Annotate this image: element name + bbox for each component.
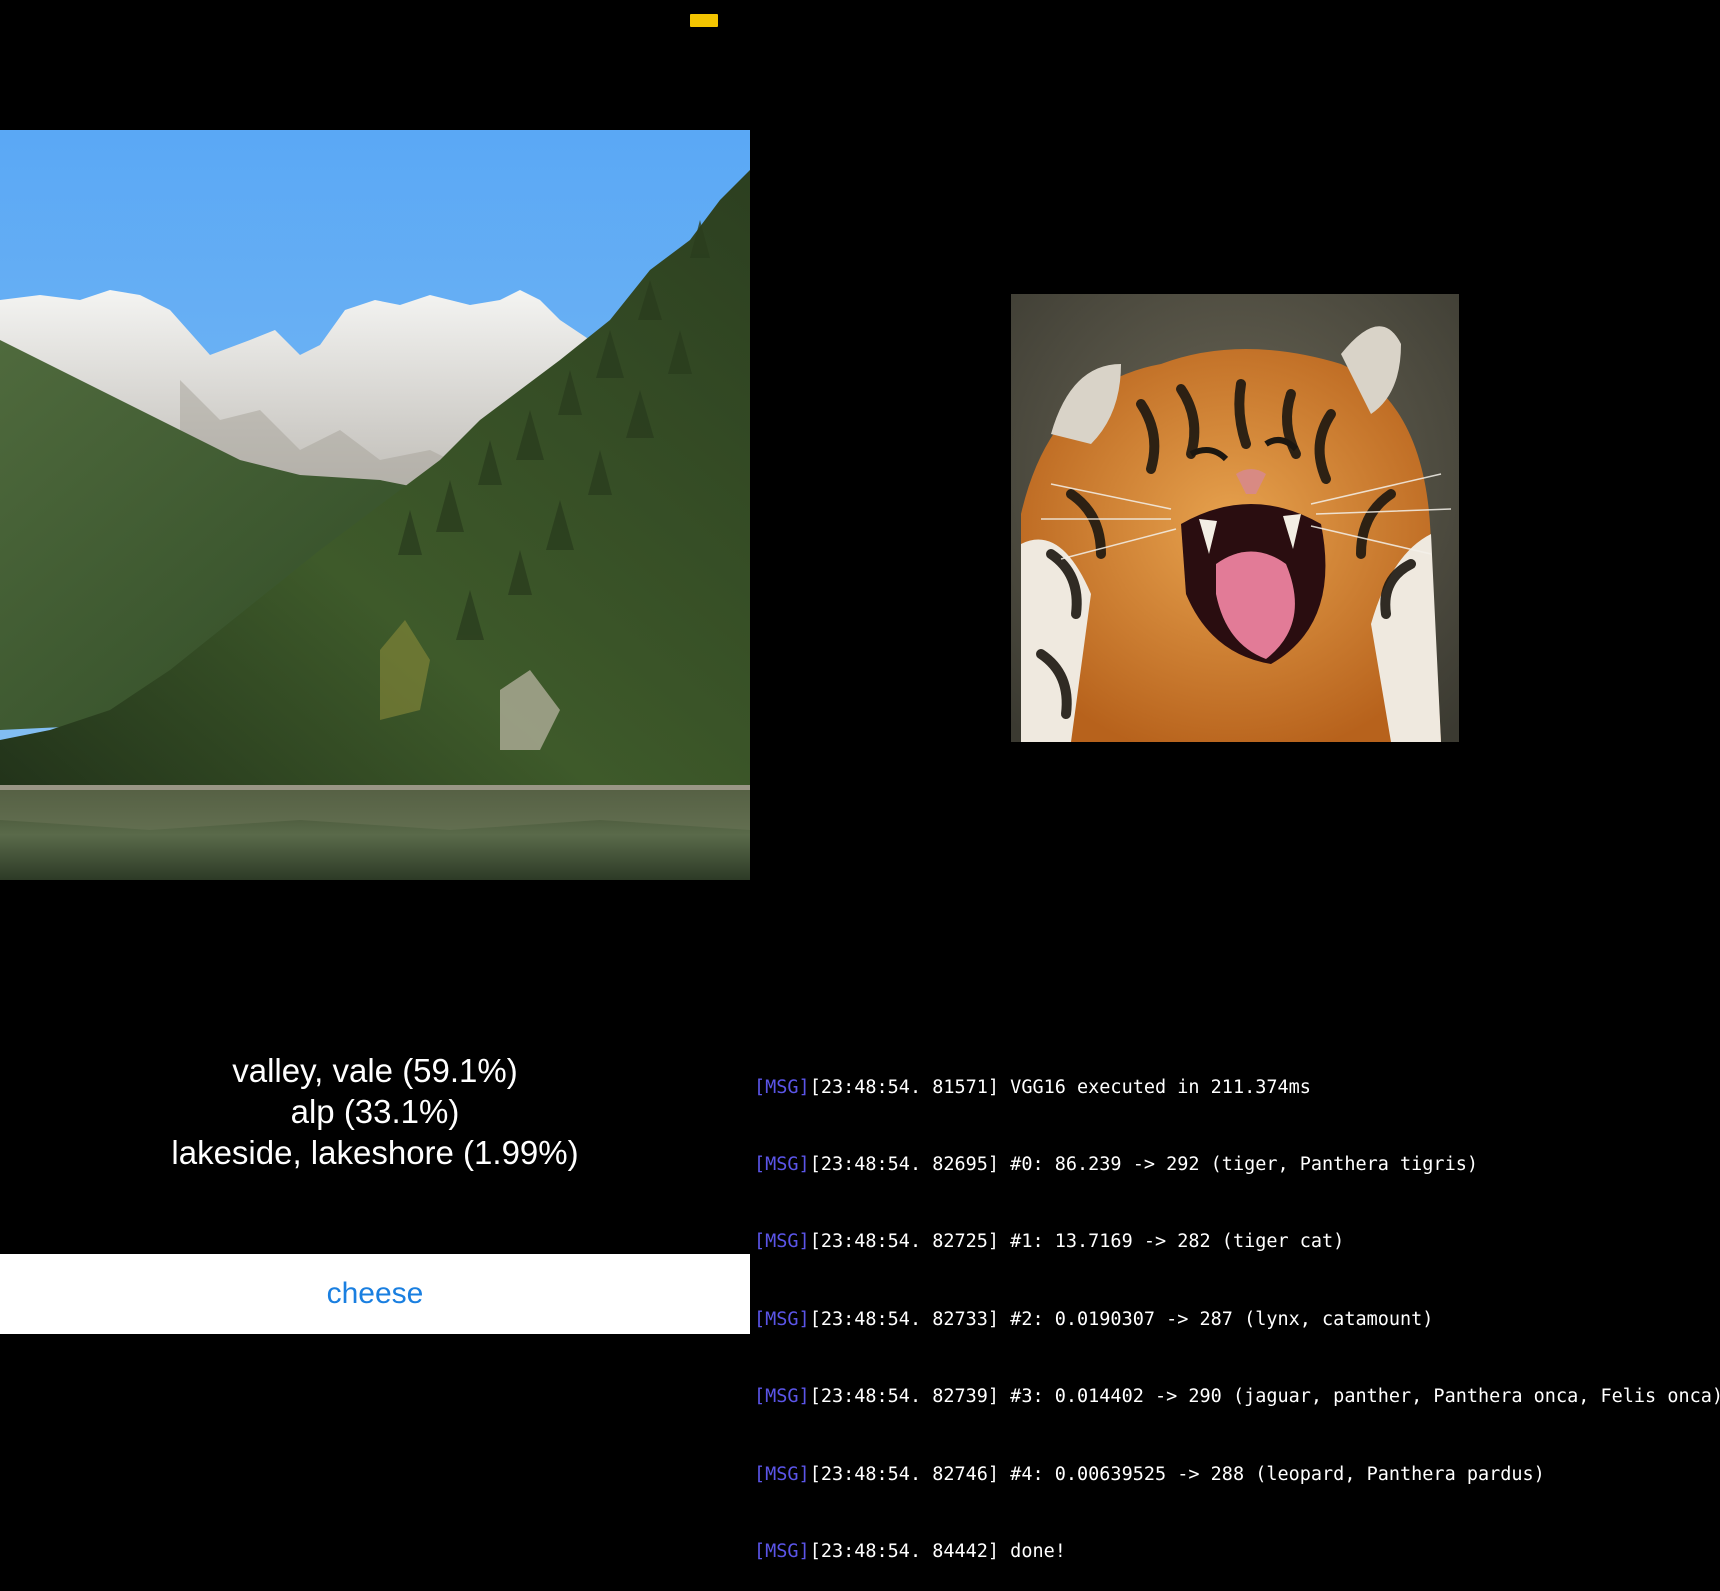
log-text: [23:48:54. 82695] #0: 86.239 -> 292 (tig…: [809, 1153, 1478, 1175]
log-tag: [MSG]: [754, 1076, 810, 1098]
log-line: [MSG][23:48:54. 82746] #4: 0.00639525 ->…: [754, 1462, 1720, 1488]
log-tag: [MSG]: [754, 1386, 810, 1408]
log-text: [23:48:54. 81571] VGG16 executed in 211.…: [809, 1076, 1311, 1098]
log-tag: [MSG]: [754, 1231, 810, 1253]
tiger-image: [1011, 294, 1459, 742]
status-indicator: [690, 14, 718, 27]
capture-bar: cheese: [0, 1254, 750, 1334]
log-line: [MSG][23:48:54. 82695] #0: 86.239 -> 292…: [754, 1152, 1720, 1178]
log-text: [23:48:54. 82733] #2: 0.0190307 -> 287 (…: [809, 1308, 1434, 1330]
log-tag: [MSG]: [754, 1308, 810, 1330]
log-line: [MSG][23:48:54. 84442] done!: [754, 1539, 1720, 1565]
log-text: [23:48:54. 82746] #4: 0.00639525 -> 288 …: [809, 1463, 1545, 1485]
console-log: [MSG][23:48:54. 81571] VGG16 executed in…: [754, 1023, 1720, 1591]
cheese-button[interactable]: cheese: [327, 1277, 424, 1311]
log-text: [23:48:54. 82725] #1: 13.7169 -> 282 (ti…: [809, 1231, 1345, 1253]
log-text: [23:48:54. 82739] #3: 0.014402 -> 290 (j…: [809, 1386, 1720, 1408]
log-tag: [MSG]: [754, 1153, 810, 1175]
prediction-list: valley, vale (59.1%) alp (33.1%) lakesid…: [0, 1050, 750, 1173]
log-line: [MSG][23:48:54. 82733] #2: 0.0190307 -> …: [754, 1307, 1720, 1333]
log-line: [MSG][23:48:54. 81571] VGG16 executed in…: [754, 1075, 1720, 1101]
log-text: [23:48:54. 84442] done!: [809, 1540, 1066, 1562]
prediction-item: alp (33.1%): [290, 1093, 460, 1130]
camera-preview-image: [0, 130, 750, 880]
log-tag: [MSG]: [754, 1540, 810, 1562]
prediction-item: lakeside, lakeshore (1.99%): [171, 1134, 579, 1171]
log-line: [MSG][23:48:54. 82739] #3: 0.014402 -> 2…: [754, 1384, 1720, 1410]
log-line: [MSG][23:48:54. 82725] #1: 13.7169 -> 28…: [754, 1229, 1720, 1255]
log-tag: [MSG]: [754, 1463, 810, 1485]
prediction-item: valley, vale (59.1%): [232, 1052, 518, 1089]
